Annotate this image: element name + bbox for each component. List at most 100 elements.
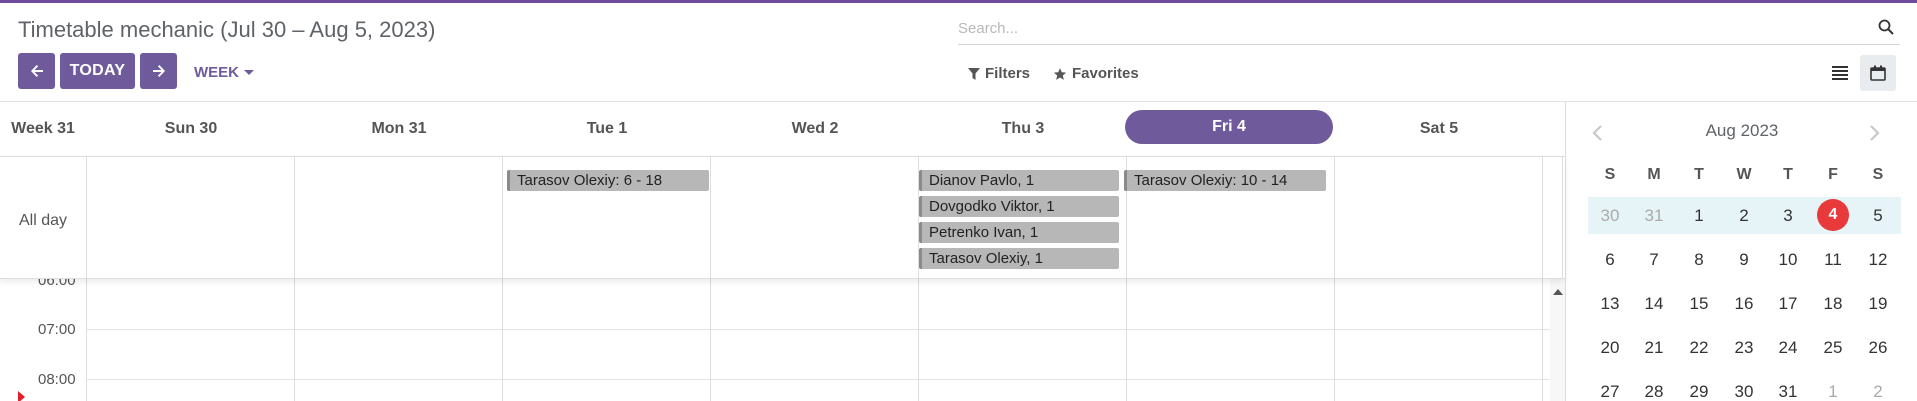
all-day-label: All day xyxy=(18,212,68,229)
time-grid[interactable]: 06:00 07:00 08:00 xyxy=(0,272,1565,401)
event-thu-1[interactable]: Dianov Pavlo, 1 xyxy=(919,170,1119,191)
filter-icon xyxy=(968,67,980,80)
arrow-right-icon xyxy=(152,65,165,77)
previous-button[interactable] xyxy=(18,53,55,89)
chevron-right-icon[interactable] xyxy=(1869,124,1881,142)
mini-day[interactable]: 17 xyxy=(1766,285,1810,322)
scale-dropdown-label: WEEK xyxy=(194,64,239,81)
today-button[interactable]: TODAY xyxy=(60,53,135,89)
all-day-row: All day Tarasov Olexiy: 6 - 18 Dianov Pa… xyxy=(0,157,1565,279)
day-header-wed[interactable]: Wed 2 xyxy=(711,120,919,138)
column-divider xyxy=(1542,279,1543,401)
favorites-label: Favorites xyxy=(1072,65,1139,82)
mini-day[interactable]: 16 xyxy=(1722,285,1766,322)
mini-calendar-month: Aug 2023 xyxy=(1705,121,1779,140)
mini-day[interactable]: 14 xyxy=(1632,285,1676,322)
scale-dropdown[interactable]: WEEK xyxy=(194,64,254,81)
mini-day[interactable]: 31 xyxy=(1766,373,1810,401)
search-icon[interactable] xyxy=(1878,19,1894,35)
caret-down-icon xyxy=(244,70,254,75)
column-divider xyxy=(918,279,919,401)
next-button[interactable] xyxy=(140,53,177,89)
grid-scrollbar[interactable] xyxy=(1550,279,1565,401)
event-fri-1[interactable]: Tarasov Olexiy: 10 - 14 xyxy=(1124,170,1326,191)
mini-day[interactable]: 9 xyxy=(1722,241,1766,278)
day-header-thu[interactable]: Thu 3 xyxy=(919,120,1127,138)
mini-day[interactable]: 30 xyxy=(1722,373,1766,401)
day-header-sat[interactable]: Sat 5 xyxy=(1335,120,1543,138)
mini-day[interactable]: 11 xyxy=(1811,241,1855,278)
mini-day[interactable]: 30 xyxy=(1588,197,1632,234)
search-input[interactable] xyxy=(958,13,1858,43)
mini-dow: S xyxy=(1604,166,1616,183)
time-label: 08:00 xyxy=(38,371,76,388)
column-divider xyxy=(1542,157,1543,279)
column-divider xyxy=(294,279,295,401)
column-divider xyxy=(710,157,711,279)
column-divider xyxy=(1334,279,1335,401)
mini-day[interactable]: 21 xyxy=(1632,329,1676,366)
mini-dow: W xyxy=(1736,166,1752,183)
filters-label: Filters xyxy=(985,65,1031,82)
event-tue-1[interactable]: Tarasov Olexiy: 6 - 18 xyxy=(507,170,709,191)
control-panel: Timetable mechanic (Jul 30 – Aug 5, 2023… xyxy=(0,3,1917,102)
calendar-header: Week 31 Sun 30 Mon 31 Tue 1 Wed 2 Thu 3 … xyxy=(0,102,1565,157)
mini-day[interactable]: 6 xyxy=(1588,241,1632,278)
column-divider xyxy=(502,157,503,279)
calendar-view-button[interactable] xyxy=(1860,55,1896,91)
week-number: Week 31 xyxy=(11,120,75,137)
mini-day[interactable]: 25 xyxy=(1811,329,1855,366)
mini-day[interactable]: 2 xyxy=(1856,373,1900,401)
column-divider xyxy=(1126,279,1127,401)
mini-day[interactable]: 3 xyxy=(1766,197,1810,234)
mini-dow: F xyxy=(1828,166,1838,183)
mini-dow: S xyxy=(1872,166,1884,183)
hour-line xyxy=(86,379,1563,380)
current-time-marker xyxy=(18,391,25,401)
scroll-up-icon[interactable] xyxy=(1553,289,1563,295)
list-view-button[interactable] xyxy=(1822,55,1858,91)
mini-day[interactable]: 15 xyxy=(1677,285,1721,322)
day-header-mon[interactable]: Mon 31 xyxy=(295,120,503,138)
column-divider xyxy=(86,279,87,401)
mini-day[interactable]: 1 xyxy=(1677,197,1721,234)
mini-day[interactable]: 19 xyxy=(1856,285,1900,322)
mini-day[interactable]: 10 xyxy=(1766,241,1810,278)
mini-day[interactable]: 28 xyxy=(1632,373,1676,401)
week-calendar: Week 31 Sun 30 Mon 31 Tue 1 Wed 2 Thu 3 … xyxy=(0,102,1565,401)
search-bar xyxy=(958,13,1900,45)
column-divider xyxy=(710,279,711,401)
day-header-sun[interactable]: Sun 30 xyxy=(87,120,295,138)
mini-day[interactable]: 31 xyxy=(1632,197,1676,234)
mini-day[interactable]: 12 xyxy=(1856,241,1900,278)
mini-day[interactable]: 27 xyxy=(1588,373,1632,401)
mini-day[interactable]: 26 xyxy=(1856,329,1900,366)
page-title: Timetable mechanic (Jul 30 – Aug 5, 2023… xyxy=(18,17,436,42)
mini-day[interactable]: 20 xyxy=(1588,329,1632,366)
mini-day[interactable]: 29 xyxy=(1677,373,1721,401)
event-thu-3[interactable]: Petrenko Ivan, 1 xyxy=(919,222,1119,243)
event-thu-2[interactable]: Dovgodko Viktor, 1 xyxy=(919,196,1119,217)
mini-day[interactable]: 8 xyxy=(1677,241,1721,278)
day-header-fri-active[interactable]: Fri 4 xyxy=(1125,110,1333,144)
time-label: 07:00 xyxy=(38,321,76,338)
event-thu-4[interactable]: Tarasov Olexiy, 1 xyxy=(919,248,1119,269)
mini-day[interactable]: 23 xyxy=(1722,329,1766,366)
mini-day[interactable]: 5 xyxy=(1856,197,1900,234)
column-divider xyxy=(294,157,295,279)
favorites-button[interactable]: Favorites xyxy=(1053,65,1139,82)
column-divider xyxy=(1562,157,1563,279)
day-header-tue[interactable]: Tue 1 xyxy=(503,120,711,138)
mini-today-marker[interactable]: 4 xyxy=(1817,199,1849,231)
mini-day[interactable]: 18 xyxy=(1811,285,1855,322)
mini-day[interactable]: 2 xyxy=(1722,197,1766,234)
mini-day[interactable]: 13 xyxy=(1588,285,1632,322)
mini-day[interactable]: 24 xyxy=(1766,329,1810,366)
mini-day[interactable]: 22 xyxy=(1677,329,1721,366)
mini-day[interactable]: 1 xyxy=(1811,373,1855,401)
mini-dow: T xyxy=(1783,166,1793,183)
column-divider xyxy=(502,279,503,401)
mini-day[interactable]: 7 xyxy=(1632,241,1676,278)
filters-button[interactable]: Filters xyxy=(968,65,1030,82)
star-icon xyxy=(1053,67,1067,80)
